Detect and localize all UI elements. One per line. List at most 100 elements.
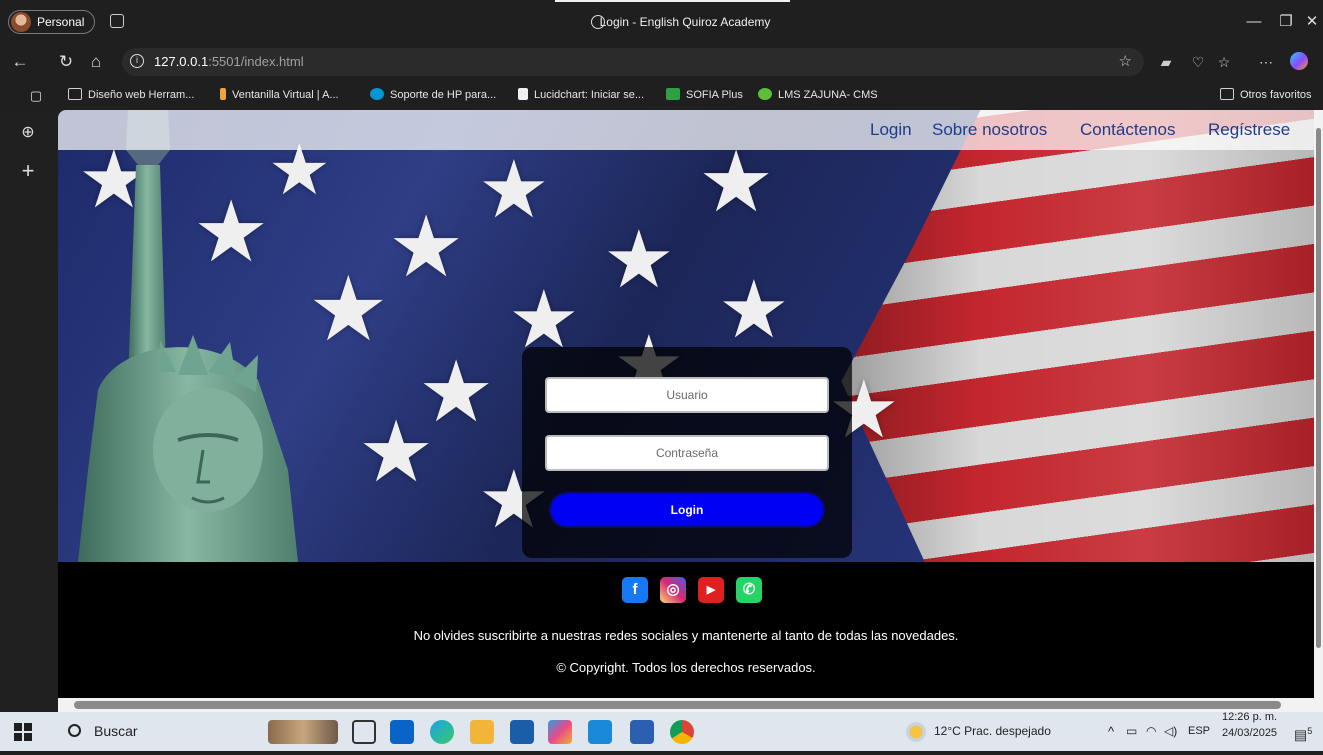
flag-star: ★ [603,215,675,304]
globe-icon[interactable]: ⊕ [17,122,39,144]
youtube-icon[interactable]: ▶ [698,577,724,603]
web-page: ★ ★ ★ ★ ★ ★ ★ ★ ★ ★ ★ ★ ★ ★ ★ [58,110,1314,698]
favorite-item[interactable]: Ventanilla Virtual | A... [220,80,339,110]
flag-star: ★ [718,265,790,354]
favorite-item[interactable]: Lucidchart: Iniciar se... [518,80,644,110]
edge-icon[interactable] [430,720,454,744]
store-icon[interactable] [510,720,534,744]
profile-label: Personal [37,15,85,29]
profile-button[interactable]: Personal [8,10,96,34]
copilot-icon[interactable] [1290,52,1308,70]
title-bar: Personal Login - English Quiroz Academy … [0,0,1323,44]
more-icon[interactable]: ⋯ [1256,52,1276,72]
hp-icon [370,88,384,100]
nav-contact-link[interactable]: Contáctenos [1080,110,1175,150]
facebook-icon[interactable]: f [622,577,648,603]
volume-icon[interactable]: ◁) [1164,712,1177,751]
favorite-label: SOFIA Plus [686,89,743,101]
nav-login-link[interactable]: Login [870,110,912,150]
favorite-item[interactable]: Soporte de HP para... [370,80,496,110]
hero-background: ★ ★ ★ ★ ★ ★ ★ ★ ★ ★ ★ ★ ★ ★ ★ [58,110,1314,562]
favorite-item[interactable]: Diseño web Herram... [68,80,194,110]
footer: f ◎ ▶ ✆ No olvides suscribirte a nuestra… [58,562,1314,698]
show-hidden-icons-icon[interactable]: ^ [1108,712,1114,751]
favorites-bar: ▢ Diseño web Herram... Ventanilla Virtua… [0,80,1323,110]
outlook-icon[interactable] [390,720,414,744]
back-icon[interactable]: ← [8,50,32,74]
url-host: 127.0.0.1 [154,54,209,69]
add-icon[interactable]: + [17,160,39,182]
tab-title: Login - English Quiroz Academy [599,15,771,29]
folder-icon [1220,88,1234,100]
network-icon[interactable]: ▭ [1126,712,1137,751]
favorite-item[interactable]: LMS ZAJUNA- CMS [758,80,878,110]
refresh-icon[interactable]: ↻ [54,50,78,74]
language-indicator[interactable]: ESP [1188,712,1210,751]
password-input[interactable] [545,435,829,471]
clock-date[interactable]: 24/03/2025 [1222,722,1277,744]
favorites-icon[interactable]: ☆ [1214,52,1234,72]
minimize-icon[interactable]: — [1242,10,1266,34]
folder-icon [68,88,82,100]
favorite-item[interactable]: SOFIA Plus [666,80,743,110]
ventanilla-icon [220,88,226,100]
flag-star: ★ [698,135,775,230]
file-explorer-icon[interactable] [470,720,494,744]
active-tab[interactable]: Login - English Quiroz Academy [555,0,795,44]
whatsapp-icon[interactable]: ✆ [736,577,762,603]
flag-star: ★ [388,200,465,295]
top-navigation: Login Sobre nosotros Contáctenos Regístr… [58,110,1314,150]
instagram-icon[interactable]: ◎ [660,577,686,603]
favorite-label: Diseño web Herram... [88,89,195,101]
horizontal-scrollbar[interactable] [58,698,1323,712]
search-highlight-icon[interactable] [268,720,338,744]
url-text[interactable]: 127.0.0.1:5501/index.html [154,48,304,76]
chrome-icon[interactable] [670,720,694,744]
flag-star: ★ [478,145,550,234]
globe-icon [591,15,605,29]
taskbar: Buscar 12°C Prac. despejado ^ ▭ ◠ ◁) ESP… [0,711,1323,751]
weather-icon[interactable] [906,722,926,742]
profile-avatar [11,12,31,32]
word-icon[interactable] [630,720,654,744]
username-input[interactable] [545,377,829,413]
horizontal-scroll-thumb[interactable] [74,701,1281,709]
tab-actions-icon[interactable] [110,14,124,28]
address-bar[interactable]: i 127.0.0.1:5501/index.html ☆ [122,48,1144,76]
browser-essentials-icon[interactable]: ♡ [1188,52,1208,72]
vscode-icon[interactable] [588,720,612,744]
taskbar-search[interactable]: Buscar [52,712,252,751]
favorite-label: Ventanilla Virtual | A... [232,89,339,101]
zajuna-icon [758,88,772,100]
restore-icon[interactable]: ❐ [1274,10,1298,34]
favorite-star-icon[interactable]: ☆ [1119,50,1132,74]
favorite-label: Soporte de HP para... [390,89,497,101]
sidebar-toggle-icon[interactable]: ▢ [24,84,48,108]
windows-start-icon[interactable] [14,723,32,741]
active-tab-indicator [555,0,790,2]
extension-icon[interactable]: ▰ [1156,52,1176,72]
task-view-icon[interactable] [352,720,376,744]
vertical-scroll-thumb[interactable] [1316,128,1321,648]
nav-register-link[interactable]: Regístrese [1208,110,1290,150]
notification-count: 5 [1307,726,1313,736]
login-button[interactable]: Login [549,492,825,528]
microsoft365-icon[interactable] [548,720,572,744]
url-path: :5501/index.html [208,54,304,69]
search-icon [68,724,81,737]
favorite-label: Lucidchart: Iniciar se... [534,89,645,101]
other-favorites[interactable]: Otros favoritos [1220,80,1312,110]
info-icon[interactable]: i [130,54,144,68]
weather-text[interactable]: 12°C Prac. despejado [934,712,1051,751]
vertical-scrollbar[interactable] [1314,110,1323,698]
nav-about-link[interactable]: Sobre nosotros [932,110,1047,150]
address-row: ← ↻ ⌂ i 127.0.0.1:5501/index.html ☆ ▰ ♡ … [0,44,1323,80]
home-icon[interactable]: ⌂ [84,50,108,74]
wifi-icon[interactable]: ◠ [1146,712,1156,751]
search-label: Buscar [94,723,138,739]
flag-star: ★ [358,405,435,500]
notifications-icon[interactable]: ▤5 [1294,712,1312,755]
lucidchart-icon [518,88,528,100]
side-rail: ⊕ + [0,110,58,698]
close-icon[interactable]: ✕ [1300,10,1323,34]
